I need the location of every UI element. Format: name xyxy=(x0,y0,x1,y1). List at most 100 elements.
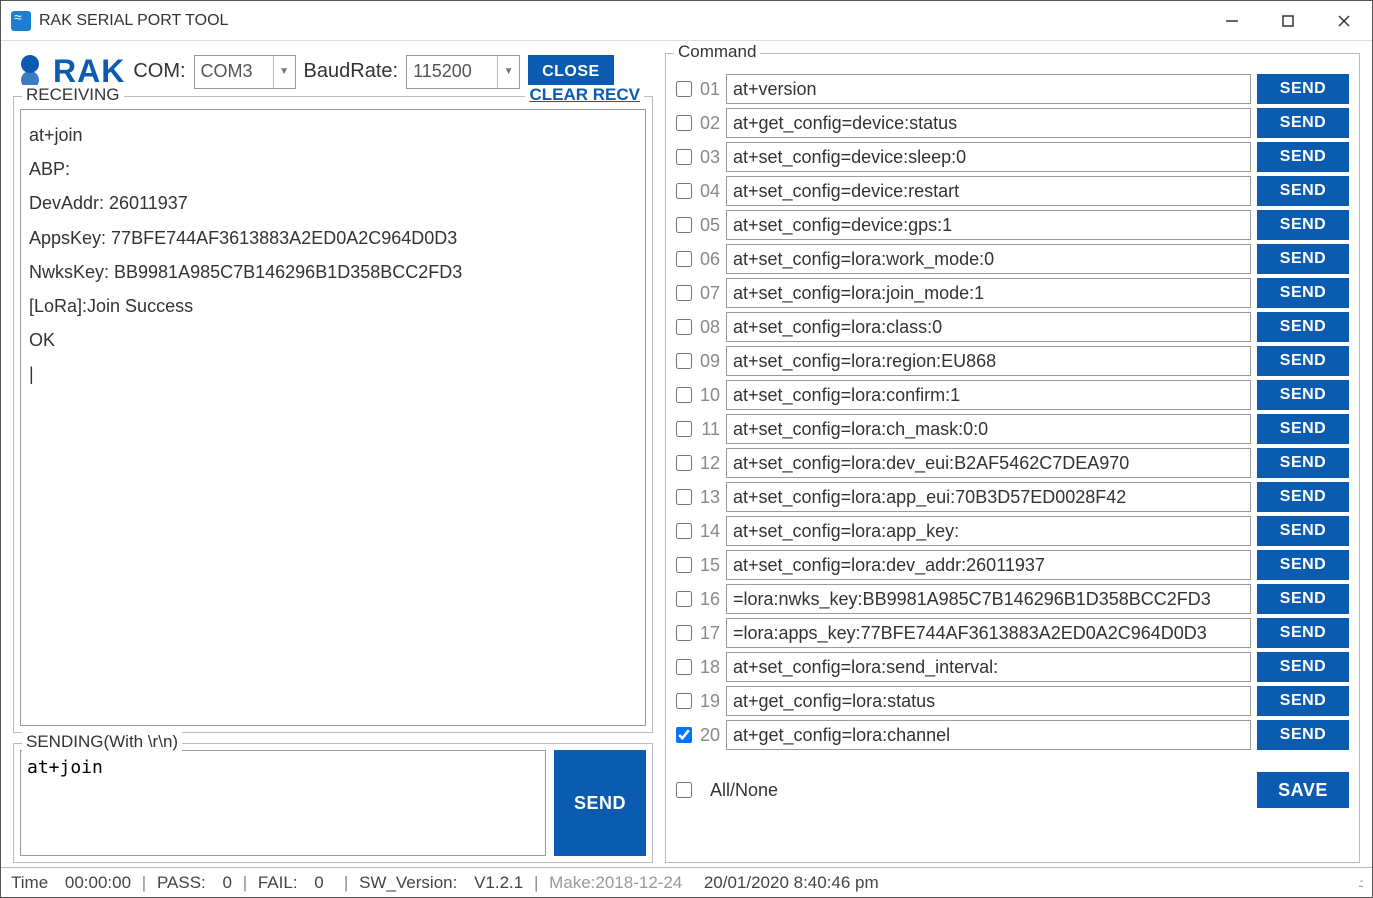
com-select[interactable]: ▼ xyxy=(194,55,296,89)
command-checkbox[interactable] xyxy=(676,319,692,335)
command-checkbox[interactable] xyxy=(676,421,692,437)
command-checkbox[interactable] xyxy=(676,353,692,369)
command-checkbox[interactable] xyxy=(676,115,692,131)
command-send-button[interactable]: SEND xyxy=(1257,652,1349,682)
save-button[interactable]: SAVE xyxy=(1257,772,1349,808)
status-datetime: 20/01/2020 8:40:46 pm xyxy=(704,873,879,893)
minimize-button[interactable] xyxy=(1204,1,1260,41)
command-send-button[interactable]: SEND xyxy=(1257,312,1349,342)
command-send-button[interactable]: SEND xyxy=(1257,686,1349,716)
command-number: 03 xyxy=(698,147,720,168)
command-checkbox[interactable] xyxy=(676,727,692,743)
command-input[interactable] xyxy=(726,74,1251,104)
command-send-button[interactable]: SEND xyxy=(1257,74,1349,104)
command-send-button[interactable]: SEND xyxy=(1257,618,1349,648)
command-checkbox[interactable] xyxy=(676,489,692,505)
receiving-textarea[interactable]: at+join ABP: DevAddr: 26011937 AppsKey: … xyxy=(20,109,646,726)
com-value[interactable] xyxy=(195,61,273,82)
baud-select[interactable]: ▼ xyxy=(406,55,520,89)
command-checkbox[interactable] xyxy=(676,591,692,607)
command-send-button[interactable]: SEND xyxy=(1257,176,1349,206)
close-port-button[interactable]: CLOSE xyxy=(528,55,614,89)
command-send-button[interactable]: SEND xyxy=(1257,584,1349,614)
command-send-button[interactable]: SEND xyxy=(1257,108,1349,138)
command-send-button[interactable]: SEND xyxy=(1257,448,1349,478)
command-input[interactable] xyxy=(726,210,1251,240)
all-none-label: All/None xyxy=(710,780,778,801)
command-input[interactable] xyxy=(726,108,1251,138)
command-send-button[interactable]: SEND xyxy=(1257,380,1349,410)
clear-recv-link[interactable]: CLEAR RECV xyxy=(525,85,644,105)
status-pass-label: PASS: xyxy=(157,873,206,893)
command-number: 11 xyxy=(698,419,720,440)
command-input[interactable] xyxy=(726,312,1251,342)
command-checkbox[interactable] xyxy=(676,625,692,641)
command-checkbox[interactable] xyxy=(676,387,692,403)
command-row: 05 SEND xyxy=(676,208,1349,242)
command-number: 05 xyxy=(698,215,720,236)
chevron-down-icon[interactable]: ▼ xyxy=(497,56,519,88)
command-row: 10SEND xyxy=(676,378,1349,412)
command-checkbox[interactable] xyxy=(676,285,692,301)
command-send-button[interactable]: SEND xyxy=(1257,244,1349,274)
command-input[interactable] xyxy=(726,618,1251,648)
baud-value[interactable] xyxy=(407,61,497,82)
status-time: 00:00:00 xyxy=(65,873,131,893)
command-input[interactable] xyxy=(726,414,1251,444)
command-send-button[interactable]: SEND xyxy=(1257,210,1349,240)
command-input[interactable] xyxy=(726,584,1251,614)
maximize-button[interactable] xyxy=(1260,1,1316,41)
command-send-button[interactable]: SEND xyxy=(1257,482,1349,512)
command-row: 07SEND xyxy=(676,276,1349,310)
command-checkbox[interactable] xyxy=(676,523,692,539)
sending-input[interactable] xyxy=(20,750,546,856)
command-input[interactable] xyxy=(726,720,1251,750)
titlebar: RAK SERIAL PORT TOOL xyxy=(1,1,1372,41)
command-checkbox[interactable] xyxy=(676,455,692,471)
command-number: 01 xyxy=(698,79,720,100)
status-bar: Time 00:00:00 | PASS: 0 | FAIL: 0 | SW_V… xyxy=(1,867,1372,897)
command-input[interactable] xyxy=(726,142,1251,172)
command-input[interactable] xyxy=(726,482,1251,512)
command-checkbox[interactable] xyxy=(676,251,692,267)
command-input[interactable] xyxy=(726,550,1251,580)
command-checkbox[interactable] xyxy=(676,217,692,233)
close-window-button[interactable] xyxy=(1316,1,1372,41)
command-title: Command xyxy=(674,42,760,62)
status-time-label: Time xyxy=(11,873,48,893)
command-input[interactable] xyxy=(726,380,1251,410)
all-none-checkbox[interactable] xyxy=(676,782,692,798)
command-input[interactable] xyxy=(726,176,1251,206)
command-number: 18 xyxy=(698,657,720,678)
command-row: 02SEND xyxy=(676,106,1349,140)
command-send-button[interactable]: SEND xyxy=(1257,278,1349,308)
command-input[interactable] xyxy=(726,346,1251,376)
command-send-button[interactable]: SEND xyxy=(1257,550,1349,580)
send-button[interactable]: SEND xyxy=(554,750,646,856)
command-send-button[interactable]: SEND xyxy=(1257,346,1349,376)
command-send-button[interactable]: SEND xyxy=(1257,720,1349,750)
command-input[interactable] xyxy=(726,448,1251,478)
command-input[interactable] xyxy=(726,516,1251,546)
command-input[interactable] xyxy=(726,652,1251,682)
command-row: 16SEND xyxy=(676,582,1349,616)
command-send-button[interactable]: SEND xyxy=(1257,142,1349,172)
command-row: 20SEND xyxy=(676,718,1349,752)
receiving-group: RECEIVING CLEAR RECV at+join ABP: DevAdd… xyxy=(13,96,653,733)
command-input[interactable] xyxy=(726,686,1251,716)
command-row: 12SEND xyxy=(676,446,1349,480)
command-input[interactable] xyxy=(726,244,1251,274)
command-send-button[interactable]: SEND xyxy=(1257,414,1349,444)
command-checkbox[interactable] xyxy=(676,659,692,675)
command-checkbox[interactable] xyxy=(676,557,692,573)
command-checkbox[interactable] xyxy=(676,81,692,97)
command-checkbox[interactable] xyxy=(676,149,692,165)
chevron-down-icon[interactable]: ▼ xyxy=(273,56,295,88)
command-row: 11 SEND xyxy=(676,412,1349,446)
command-row: 01 SEND xyxy=(676,72,1349,106)
command-checkbox[interactable] xyxy=(676,183,692,199)
resize-grip-icon[interactable]: .:: xyxy=(1358,876,1362,890)
command-checkbox[interactable] xyxy=(676,693,692,709)
command-input[interactable] xyxy=(726,278,1251,308)
command-send-button[interactable]: SEND xyxy=(1257,516,1349,546)
